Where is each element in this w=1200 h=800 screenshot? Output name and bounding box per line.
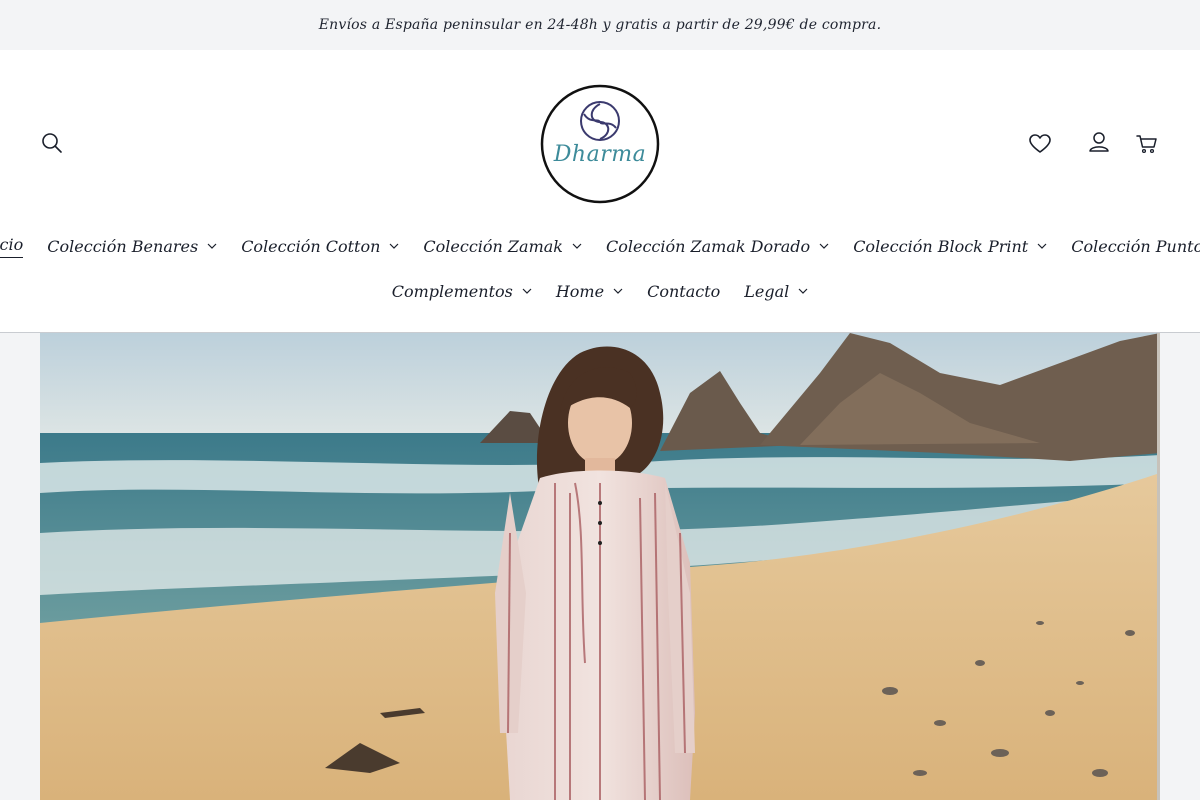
nav-item-label: Legal [744,281,790,301]
chevron-down-icon [389,243,399,249]
beach-photo [40,333,1160,800]
nav-item-inicio[interactable]: Inicio [0,232,35,260]
cart-icon [1136,135,1157,154]
nav-item-label: Complementos [391,281,513,301]
nav-item-coleccion-cotton[interactable]: Colección Cotton [229,232,411,260]
chevron-down-icon [572,243,582,249]
main-nav-row-2: Complementos Home Contacto Legal [0,277,1200,305]
chevron-down-icon [613,288,623,294]
search-icon [42,133,62,153]
account-button[interactable] [1085,128,1113,156]
nav-item-coleccion-punto[interactable]: Colección Punto [1059,232,1200,260]
nav-item-label: Colección Block Print [853,236,1029,256]
heart-icon [1029,134,1051,153]
logo-text: Dharma [553,142,647,167]
cart-button[interactable] [1133,130,1161,158]
main-nav-row-1: Inicio Colección Benares Colección Cotto… [0,232,1200,260]
nav-item-label: Colección Benares [47,236,199,256]
chevron-down-icon [798,288,808,294]
chevron-down-icon [1037,243,1047,249]
chevron-down-icon [522,288,532,294]
nav-item-contacto[interactable]: Contacto [635,277,732,305]
nav-item-label: Inicio [0,235,24,258]
nav-item-coleccion-benares[interactable]: Colección Benares [35,232,229,260]
nav-item-home[interactable]: Home [544,277,635,305]
chevron-down-icon [819,243,829,249]
nav-item-label: Home [555,281,605,301]
nav-item-coleccion-zamak-dorado[interactable]: Colección Zamak Dorado [594,232,841,260]
nav-item-coleccion-zamak[interactable]: Colección Zamak [411,232,594,260]
nav-item-complementos[interactable]: Complementos [380,277,544,305]
nav-item-label: Contacto [647,281,721,301]
site-logo[interactable]: Dharma [540,84,660,204]
nav-item-label: Colección Punto [1071,236,1200,256]
nav-item-coleccion-block-print[interactable]: Colección Block Print [841,232,1059,260]
chevron-down-icon [207,243,217,249]
nav-item-label: Colección Cotton [241,236,381,256]
announcement-bar: Envíos a España peninsular en 24-48h y g… [0,0,1200,50]
user-icon [1089,132,1109,152]
announcement-text: Envíos a España peninsular en 24-48h y g… [318,17,882,33]
hero-banner-image[interactable] [40,333,1160,800]
nav-item-label: Colección Zamak Dorado [605,236,811,256]
site-header: Dharma Inicio Colección Benares Colecció… [0,50,1200,333]
nav-item-label: Colección Zamak [423,236,563,256]
search-button[interactable] [38,129,66,157]
wishlist-button[interactable] [1026,130,1054,158]
nav-item-legal[interactable]: Legal [732,277,820,305]
